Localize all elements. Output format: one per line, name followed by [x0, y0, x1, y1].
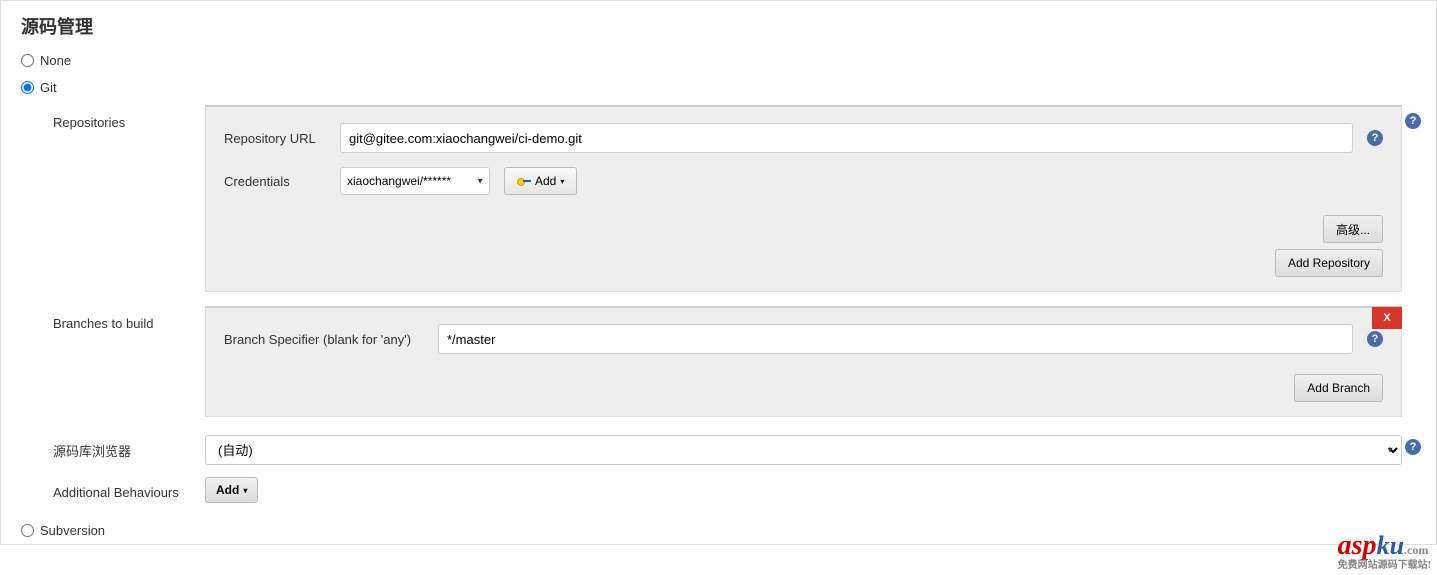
chevron-down-icon: ▾ [243, 486, 247, 495]
radio-subversion[interactable] [21, 524, 34, 537]
help-icon[interactable]: ? [1367, 331, 1383, 347]
advanced-button[interactable]: 高级... [1323, 215, 1383, 243]
repo-browser-label: 源码库浏览器 [37, 431, 205, 460]
branches-label: Branches to build [37, 306, 205, 331]
behaviours-label: Additional Behaviours [37, 475, 205, 500]
help-icon[interactable]: ? [1367, 130, 1383, 146]
radio-none[interactable] [21, 54, 34, 67]
watermark: aspku.com 免费网站源码下载站! [1338, 530, 1431, 571]
repo-browser-row: 源码库浏览器 (自动) ? [37, 427, 1424, 469]
delete-branch-button[interactable]: X [1372, 307, 1402, 329]
behaviours-row: Additional Behaviours Add ▾ [37, 469, 1424, 517]
credentials-label: Credentials [224, 174, 332, 189]
chevron-down-icon: ▾ [560, 177, 564, 186]
section-title: 源码管理 [1, 1, 1436, 47]
repo-browser-select[interactable]: (自动) [205, 435, 1402, 465]
help-icon[interactable]: ? [1405, 439, 1421, 455]
scm-option-git[interactable]: Git [1, 74, 1436, 101]
branch-specifier-input[interactable] [438, 324, 1353, 354]
radio-git-label: Git [40, 80, 57, 95]
branch-specifier-label: Branch Specifier (blank for 'any') [224, 332, 430, 347]
add-behaviour-button[interactable]: Add ▾ [205, 477, 258, 503]
add-repository-button[interactable]: Add Repository [1275, 249, 1383, 277]
git-config-block: Repositories Repository URL ? Credential… [25, 101, 1436, 517]
scm-option-subversion[interactable]: Subversion [1, 517, 1436, 544]
radio-none-label: None [40, 53, 71, 68]
branches-row: Branches to build X Branch Specifier (bl… [37, 302, 1424, 427]
key-icon [517, 177, 531, 185]
repo-url-label: Repository URL [224, 131, 332, 146]
scm-section: 源码管理 None Git Repositories Repository UR… [0, 0, 1437, 545]
repositories-row: Repositories Repository URL ? Credential… [37, 101, 1424, 302]
repo-url-input[interactable] [340, 123, 1353, 153]
add-branch-button[interactable]: Add Branch [1294, 374, 1383, 402]
radio-subversion-label: Subversion [40, 523, 105, 538]
help-icon[interactable]: ? [1405, 113, 1421, 129]
radio-git[interactable] [21, 81, 34, 94]
repository-panel: Repository URL ? Credentials xiaochangwe… [205, 105, 1402, 292]
branch-panel: X Branch Specifier (blank for 'any') ? A… [205, 306, 1402, 417]
credentials-select[interactable]: xiaochangwei/****** [340, 167, 490, 195]
scm-option-none[interactable]: None [1, 47, 1436, 74]
add-credentials-button[interactable]: Add ▾ [504, 167, 577, 195]
repositories-label: Repositories [37, 105, 205, 130]
